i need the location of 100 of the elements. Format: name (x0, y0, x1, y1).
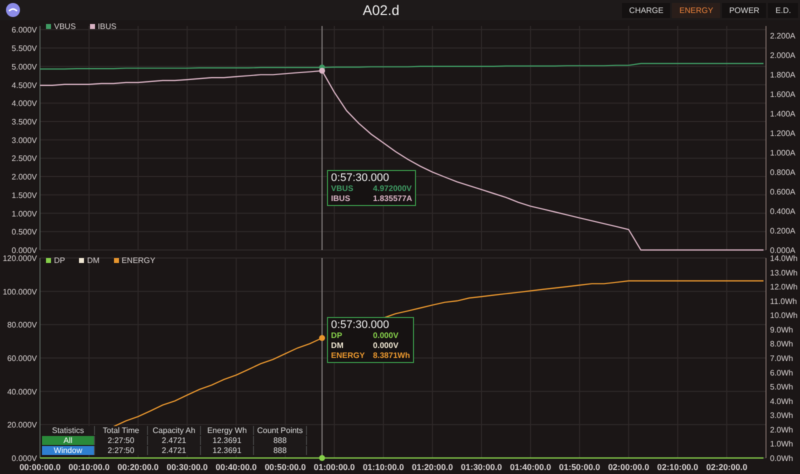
readout-label: VBUS (331, 184, 354, 194)
x-axis-label: 01:30:00.0 (460, 462, 502, 472)
x-axis-label: 00:40:00.0 (216, 462, 257, 472)
y-axis-label: 11.0Wh (770, 296, 797, 306)
y-axis-label: 1.800A (770, 70, 796, 80)
table-cell: 888 (254, 446, 307, 455)
y-axis-label: 0.000V (12, 454, 37, 463)
y-axis-label: 7.0Wh (770, 354, 794, 363)
y-axis-label: 6.0Wh (770, 368, 794, 378)
column-header: Energy Wh (201, 426, 254, 435)
readout-value: 1.835577A (373, 194, 412, 204)
view-tab[interactable]: POWER (722, 2, 766, 18)
x-axis-label: 00:10:00.0 (68, 462, 110, 472)
y-axis-label: 0.0Wh (770, 454, 794, 463)
column-header: Total Time (95, 426, 148, 435)
readout-label: IBUS (331, 194, 352, 204)
readout-value: 0.000V (373, 331, 398, 341)
app-logo-icon (6, 3, 20, 17)
x-axis-label: 01:40:00.0 (510, 462, 552, 472)
row-label[interactable]: All (42, 436, 95, 445)
y-axis-label: 8.0Wh (770, 340, 794, 349)
y-axis-label: 4.0Wh (770, 396, 794, 406)
column-header: Statistics (42, 426, 95, 435)
x-axis-label: 00:50:00.0 (264, 462, 306, 472)
y-axis-label: 0.800A (770, 168, 796, 178)
y-axis-label: 2.000V (12, 172, 37, 182)
x-axis-label: 02:00:00.0 (608, 462, 650, 472)
table-cell: 12.3691 (201, 436, 254, 445)
x-axis-label: 00:20:00.0 (118, 462, 159, 472)
x-axis-label: 01:10:00.0 (362, 462, 404, 472)
y-axis-label: 20.000V (7, 420, 37, 430)
table-cell: 888 (254, 436, 307, 445)
y-axis-label: 5.0Wh (770, 382, 794, 392)
readout-label: DP (331, 331, 344, 341)
x-axis-label: 00:00:00.0 (19, 462, 61, 472)
y-axis-label: 9.0Wh (770, 325, 794, 334)
y-axis-label: 6.000V (12, 26, 37, 35)
cursor-point (319, 455, 326, 461)
cursor-time: 0:57:30.000 (331, 172, 390, 184)
y-axis-label: 1.600A (770, 90, 796, 100)
x-axis-label: 02:10:00.0 (657, 462, 698, 472)
window-title: A02.d (362, 2, 400, 18)
readout-value: 0.000V (373, 341, 398, 351)
y-axis-label: 1.400A (770, 110, 796, 119)
y-axis-label: 0.500V (12, 228, 37, 237)
y-axis-label: 1.200A (770, 129, 796, 138)
readout-label: DM (331, 341, 344, 351)
y-axis-label: 3.0Wh (770, 411, 794, 420)
legend-label: DM (87, 256, 100, 265)
x-axis-label: 02:20:00.0 (706, 462, 748, 472)
y-axis-label: 1.500V (12, 190, 37, 200)
legend-label: ENERGY (122, 256, 156, 265)
readout-value: 4.972000V (373, 184, 412, 194)
y-axis-label: 2.0Wh (770, 425, 794, 434)
y-axis-label: 2.500V (12, 154, 37, 164)
cursor-point (319, 335, 326, 341)
y-axis-label: 0.000A (770, 246, 796, 254)
y-axis-label: 1.000V (12, 209, 37, 218)
column-header: Capacity Ah (148, 426, 201, 435)
y-axis-label: 14.0Wh (770, 254, 798, 263)
readout-value: 8.3871Wh (373, 351, 410, 361)
column-header: Count Points (254, 426, 307, 435)
y-axis-label: 40.000V (7, 387, 37, 396)
y-axis-label: 120.000V (2, 254, 37, 263)
table-cell: 2.4721 (148, 436, 201, 445)
table-cell: 2.4721 (148, 446, 201, 455)
view-tab[interactable]: ENERGY (672, 2, 720, 18)
cursor-time: 0:57:30.000 (331, 319, 390, 331)
table-cell: 2:27:50 (95, 446, 148, 455)
y-axis-label: 80.000V (7, 320, 37, 330)
y-axis-label: 0.400A (770, 207, 796, 216)
legend-label: DP (54, 256, 66, 265)
y-axis-label: 2.000A (770, 51, 796, 60)
table-cell: 2:27:50 (95, 436, 148, 445)
y-axis-label: 0.600A (770, 188, 796, 197)
legend-label: VBUS (54, 22, 76, 31)
y-axis-label: 5.000V (12, 62, 37, 72)
view-tab[interactable]: CHARGE (622, 2, 670, 18)
x-axis-label: 01:50:00.0 (559, 462, 600, 472)
y-axis-label: 12.0Wh (770, 282, 798, 292)
y-axis-label: 60.000V (7, 354, 37, 363)
y-axis-label: 3.000V (12, 136, 37, 145)
y-axis-label: 4.000V (12, 99, 37, 108)
x-axis-label: 01:00:00.0 (314, 462, 355, 472)
y-axis-label: 3.500V (12, 117, 37, 126)
y-axis-label: 4.500V (12, 80, 37, 90)
view-tab[interactable]: E.D. (768, 2, 798, 18)
readout-label: ENERGY (331, 351, 366, 361)
legend-label: IBUS (98, 22, 116, 31)
y-axis-label: 0.200A (770, 226, 796, 236)
y-axis-label: 1.000A (770, 148, 796, 158)
y-axis-label: 2.200A (770, 32, 796, 41)
x-axis-label: 00:30:00.0 (166, 462, 208, 472)
table-cell: 12.3691 (201, 446, 254, 455)
y-axis-label: 1.0Wh (770, 440, 794, 449)
row-label[interactable]: Window (42, 446, 95, 455)
y-axis-label: 100.000V (2, 287, 37, 296)
y-axis-label: 10.0Wh (770, 311, 798, 320)
y-axis-label: 5.500V (12, 44, 37, 54)
y-axis-label: 13.0Wh (770, 268, 798, 278)
